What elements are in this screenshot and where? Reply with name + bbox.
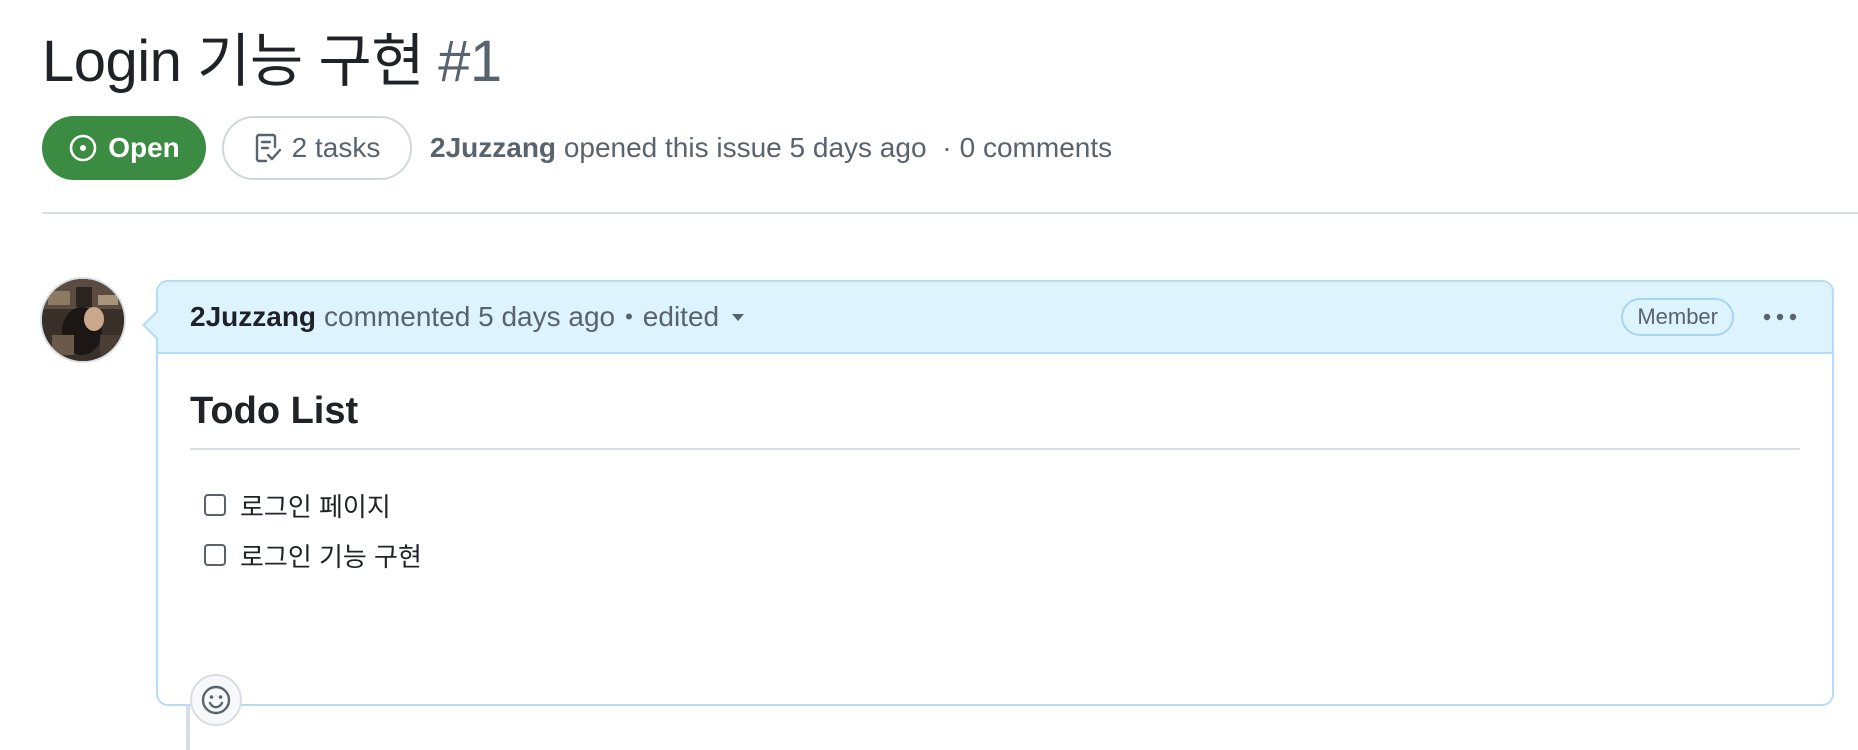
comment-body: Todo List 로그인 페이지 로그인 기능 구현 (158, 388, 1832, 726)
issue-number: #1 (438, 29, 502, 94)
issue-title-text: Login 기능 구현 (42, 29, 425, 94)
issue-meta-row: Open 2 tasks 2Juzzang opened this issue … (42, 116, 1112, 180)
header-divider (42, 212, 1858, 214)
comment-arrow-fill (145, 311, 159, 339)
state-label: Open (108, 132, 180, 163)
task-label: 로그인 기능 구현 (240, 541, 422, 572)
comment-options-button[interactable] (1756, 297, 1804, 337)
body-heading: Todo List (190, 388, 1800, 450)
issue-page: Login 기능 구현 #1 Open 2 tasks 2Juzzang open… (0, 0, 1858, 750)
state-badge: Open (42, 116, 206, 180)
comment-box: 2Juzzang commented 5 days ago • edited M… (142, 280, 1834, 726)
comments-count: 0 comments (959, 132, 1113, 163)
issue-opened-icon (69, 134, 97, 162)
edited-dropdown[interactable]: edited (643, 301, 745, 333)
tasks-label: 2 tasks (291, 132, 381, 163)
issue-meta-text: 2Juzzang opened this issue 5 days ago · 0… (430, 132, 1112, 164)
edited-label: edited (642, 301, 720, 332)
add-reaction-button[interactable] (190, 674, 242, 726)
task-checkbox[interactable] (204, 544, 226, 566)
triangle-down-icon (732, 314, 745, 321)
smiley-icon (201, 685, 231, 715)
kebab-horizontal-icon (1763, 313, 1797, 321)
avatar[interactable] (42, 279, 124, 361)
task-label: 로그인 페이지 (240, 491, 391, 522)
comment-author-link[interactable]: 2Juzzang (190, 301, 316, 333)
meta-separator: · (942, 132, 952, 163)
comment-dot: • (625, 304, 633, 329)
task-checkbox[interactable] (204, 494, 226, 516)
comment-header: 2Juzzang commented 5 days ago • edited M… (158, 282, 1832, 354)
opened-text: opened this issue 5 days ago (563, 132, 927, 163)
task-item: 로그인 기능 구현 (204, 530, 1800, 580)
task-item: 로그인 페이지 (204, 480, 1800, 530)
timeline-line (186, 706, 190, 750)
issue-title: Login 기능 구현 #1 (42, 22, 502, 102)
role-badge: Member (1621, 298, 1734, 336)
task-list: 로그인 페이지 로그인 기능 구현 (204, 480, 1800, 580)
tasks-button[interactable]: 2 tasks (222, 116, 412, 180)
checklist-icon (255, 133, 281, 163)
issue-author-link[interactable]: 2Juzzang (430, 132, 556, 163)
comment-timestamp: commented 5 days ago (324, 301, 616, 332)
